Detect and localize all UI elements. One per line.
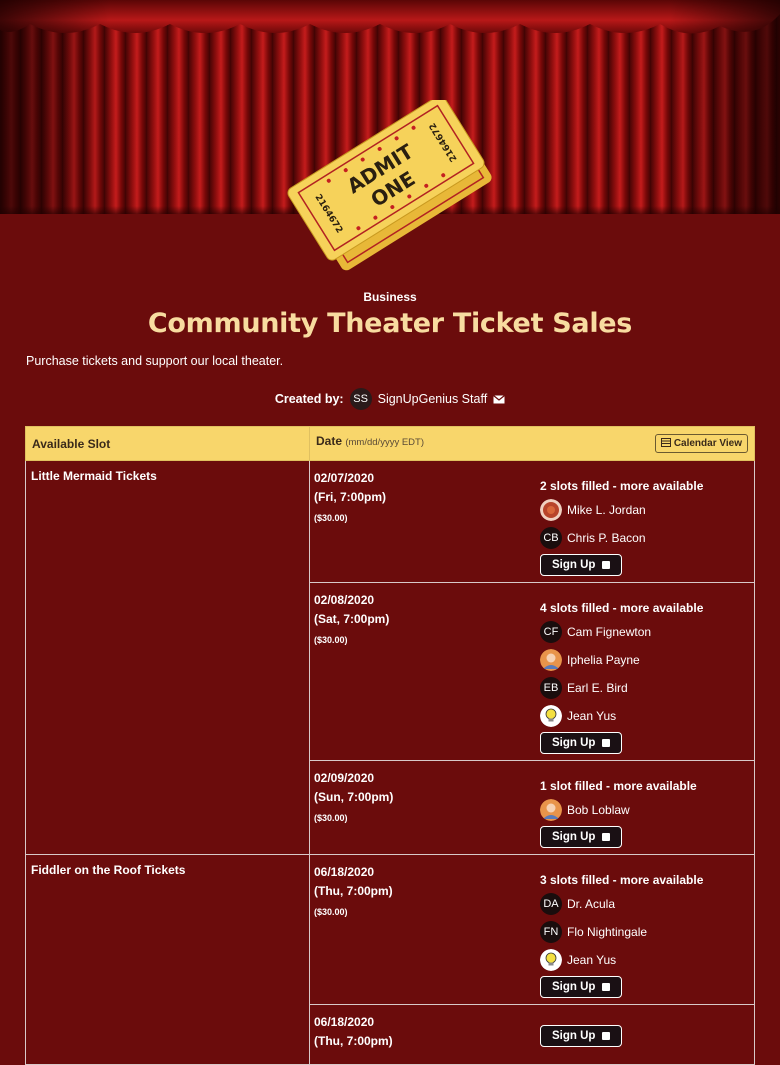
creator-name[interactable]: SignUpGenius Staff xyxy=(378,392,488,406)
page-title: Community Theater Ticket Sales xyxy=(147,308,633,339)
participant-name: Chris P. Bacon xyxy=(567,531,646,545)
participant: CB Chris P. Bacon xyxy=(540,524,754,552)
checkbox-icon xyxy=(602,739,611,747)
date-block: 02/07/2020 (Fri, 7:00pm) ($30.00) xyxy=(314,469,540,576)
sign-up-button[interactable]: Sign Up xyxy=(540,826,623,848)
signup-block: 4 slots filled - more available CF Cam Fig… xyxy=(540,591,754,754)
lightbulb-avatar-icon xyxy=(540,705,562,727)
user-photo-avatar xyxy=(540,799,562,821)
participant: EB Earl E. Bird xyxy=(540,674,754,702)
slot-status: 1 slot filled - more available xyxy=(540,779,697,793)
checkbox-icon xyxy=(602,1032,611,1040)
slot-price: ($30.00) xyxy=(314,635,348,645)
user-initials-avatar: CF xyxy=(540,621,562,643)
sign-up-button[interactable]: Sign Up xyxy=(540,554,623,576)
signup-block: Sign Up xyxy=(540,1013,754,1057)
participant: DA Dr. Acula xyxy=(540,890,754,918)
participant-name: Bob Loblaw xyxy=(567,803,630,817)
checkbox-icon xyxy=(602,833,611,841)
checkbox-icon xyxy=(602,983,611,991)
user-initials-avatar: DA xyxy=(540,893,562,915)
slot-price: ($30.00) xyxy=(314,907,348,917)
participant: CF Cam Fignewton xyxy=(540,618,754,646)
participant-name: Dr. Acula xyxy=(567,897,616,911)
slot-price: ($30.00) xyxy=(314,813,348,823)
slot-row: Fiddler on the Roof Tickets 06/18/2020 (… xyxy=(25,854,755,1065)
slot-time: (Thu, 7:00pm) xyxy=(314,1034,393,1048)
sign-up-category: Business xyxy=(363,290,417,304)
checkbox-icon xyxy=(602,561,611,569)
calendar-view-button[interactable]: Calendar View xyxy=(655,434,748,453)
envelope-icon[interactable] xyxy=(493,394,506,404)
date-format-hint: (mm/dd/yyyy EDT) xyxy=(345,437,424,448)
signup-block: 1 slot filled - more available Bob Loblaw… xyxy=(540,769,754,848)
slot-date-cell: 06/18/2020 (Thu, 7:00pm) Sign Up xyxy=(309,1004,755,1065)
page-description: Purchase tickets and support our local t… xyxy=(26,354,284,368)
date-block: 02/09/2020 (Sun, 7:00pm) ($30.00) xyxy=(314,769,540,848)
creator-avatar: SS xyxy=(349,388,372,410)
participant: Iphelia Payne xyxy=(540,646,754,674)
participant: FN Flo Nightingale xyxy=(540,918,754,946)
date-block: 02/08/2020 (Sat, 7:00pm) ($30.00) xyxy=(314,591,540,754)
slot-time: (Sun, 7:00pm) xyxy=(314,790,394,804)
participant-name: Cam Fignewton xyxy=(567,625,652,639)
slot-time: (Thu, 7:00pm) xyxy=(314,884,393,898)
participant-name: Flo Nightingale xyxy=(567,925,648,939)
participant: Bob Loblaw xyxy=(540,796,754,824)
slot-date: 06/18/2020 xyxy=(314,1015,375,1029)
slot-status: 3 slots filled - more available xyxy=(540,873,704,887)
participant-name: Mike L. Jordan xyxy=(567,503,646,517)
user-initials-avatar: EB xyxy=(540,677,562,699)
slot-price: ($30.00) xyxy=(314,513,348,523)
participant: Jean Yus xyxy=(540,702,754,730)
admit-one-tickets-graphic: 2164 ADMIT ONE 2164672 2164672 xyxy=(287,100,492,271)
slot-time: (Fri, 7:00pm) xyxy=(314,490,387,504)
slot-date: 06/18/2020 xyxy=(314,865,375,879)
column-header-slot: Available Slot xyxy=(25,426,310,461)
signup-block: 3 slots filled - more available DA Dr. Acu… xyxy=(540,863,754,998)
user-photo-avatar xyxy=(540,649,562,671)
slot-time: (Sat, 7:00pm) xyxy=(314,612,390,626)
sign-up-button[interactable]: Sign Up xyxy=(540,732,623,754)
date-block: 06/18/2020 (Thu, 7:00pm) xyxy=(314,1013,540,1057)
sign-up-button[interactable]: Sign Up xyxy=(540,1025,623,1047)
calendar-icon xyxy=(661,438,672,447)
slot-date: 02/09/2020 xyxy=(314,771,375,785)
slot-date-cell: 02/07/2020 (Fri, 7:00pm) ($30.00) 2 slot… xyxy=(309,460,755,583)
column-header-date: Date (mm/dd/yyyy EDT) Calendar View xyxy=(309,426,755,461)
user-initials-avatar: CB xyxy=(540,527,562,549)
lightbulb-avatar-icon xyxy=(540,949,562,971)
slot-date: 02/08/2020 xyxy=(314,593,375,607)
creator-label: Created by: xyxy=(274,392,344,406)
slot-name: Fiddler on the Roof Tickets xyxy=(31,863,186,877)
slot-date-cell: 02/08/2020 (Sat, 7:00pm) ($30.00) 4 slot… xyxy=(309,582,755,761)
creator-info: Created by: SS SignUpGenius Staff xyxy=(0,388,780,410)
user-initials-avatar: FN xyxy=(540,921,562,943)
participant-name: Jean Yus xyxy=(567,709,617,723)
participant-name: Earl E. Bird xyxy=(567,681,628,695)
slots-table: Available Slot Date (mm/dd/yyyy EDT) Cal… xyxy=(25,426,755,1065)
slot-row: Little Mermaid Tickets 02/07/2020 (Fri, … xyxy=(25,460,755,855)
slot-date-cell: 02/09/2020 (Sun, 7:00pm) ($30.00) 1 slot… xyxy=(309,760,755,855)
participant-name: Jean Yus xyxy=(567,953,617,967)
sign-up-button[interactable]: Sign Up xyxy=(540,976,623,998)
participant-name: Iphelia Payne xyxy=(567,653,640,667)
participant: Jean Yus xyxy=(540,946,754,974)
curtain-valance xyxy=(0,0,780,34)
signup-block: 2 slots filled - more available Mike L. J… xyxy=(540,469,754,576)
slot-date-cell: 06/18/2020 (Thu, 7:00pm) ($30.00) 3 slot… xyxy=(309,854,755,1005)
slot-status: 2 slots filled - more available xyxy=(540,479,704,493)
slot-name-cell: Little Mermaid Tickets xyxy=(25,460,310,855)
slot-name-cell: Fiddler on the Roof Tickets xyxy=(25,854,310,1065)
user-photo-avatar xyxy=(540,499,562,521)
slot-status: 4 slots filled - more available xyxy=(540,601,704,615)
participant: Mike L. Jordan xyxy=(540,496,754,524)
slot-name: Little Mermaid Tickets xyxy=(31,469,157,483)
slot-date: 02/07/2020 xyxy=(314,471,375,485)
date-block: 06/18/2020 (Thu, 7:00pm) ($30.00) xyxy=(314,863,540,998)
